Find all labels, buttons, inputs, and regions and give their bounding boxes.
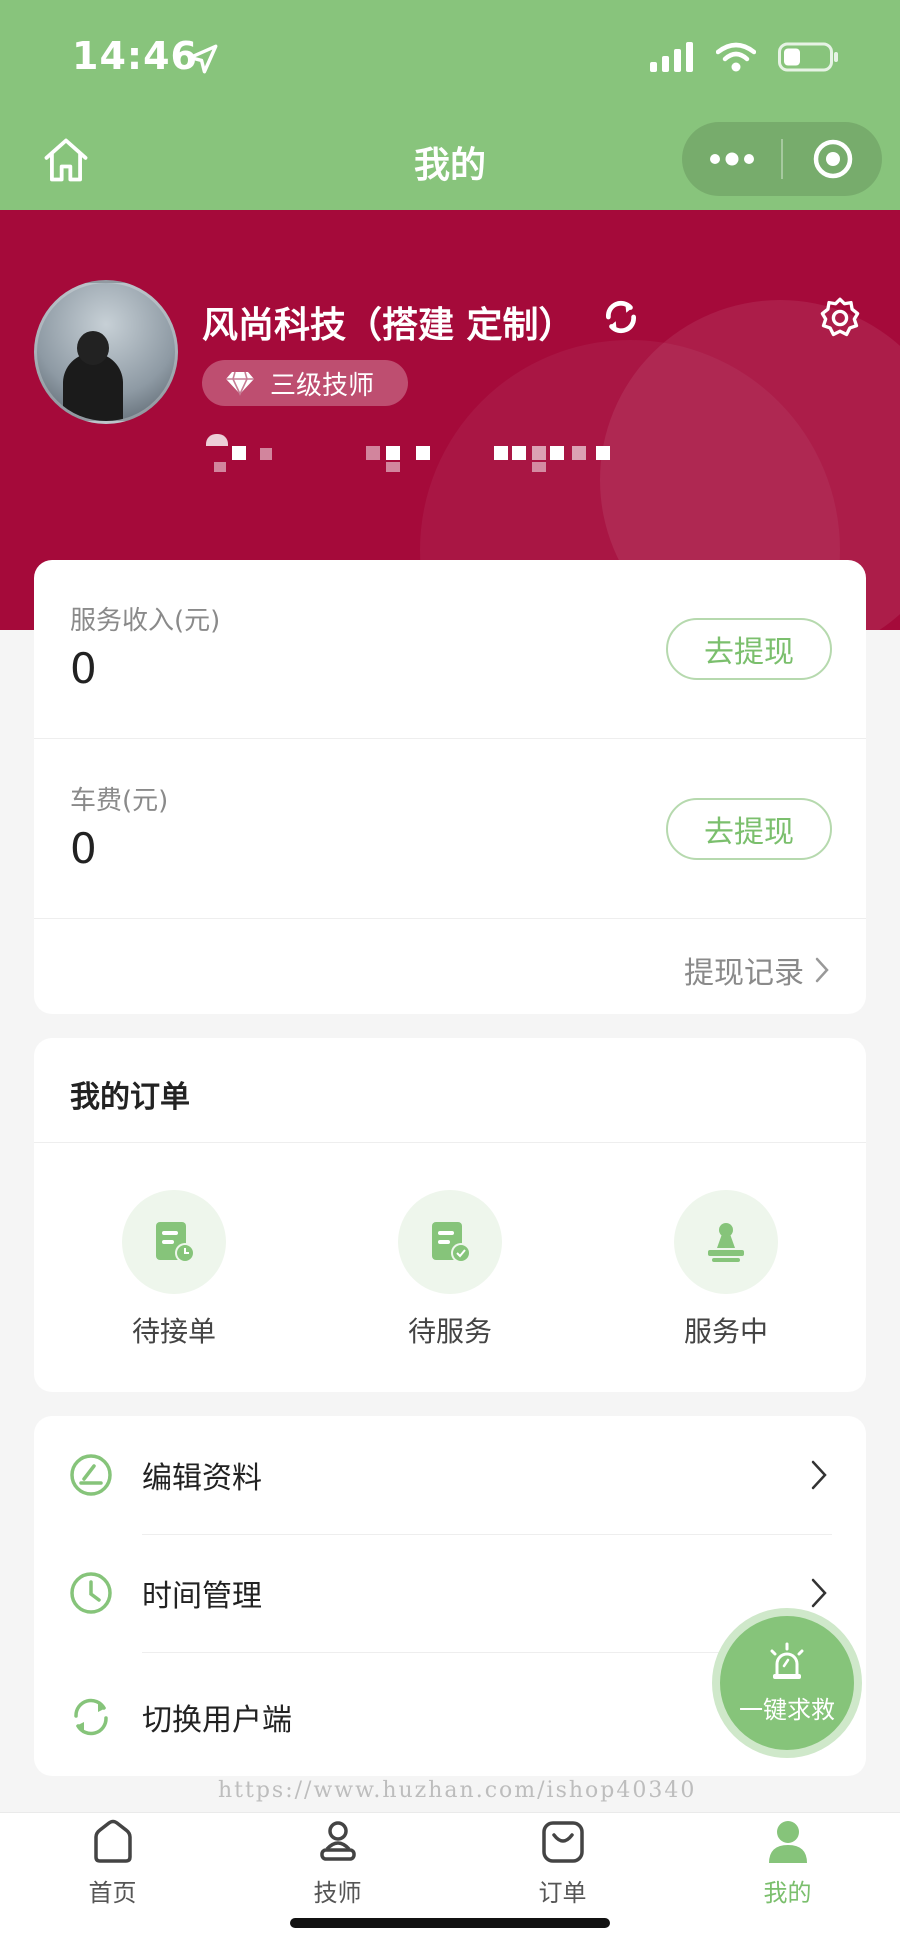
menu-edit-profile-label: 编辑资料	[142, 1461, 262, 1496]
order-pending-label: 待接单	[131, 1315, 216, 1348]
service-income-value: 0	[70, 644, 97, 693]
order-pending[interactable]: 待接单	[104, 1190, 244, 1350]
level-badge: 三级技师	[202, 360, 408, 406]
battery-icon	[778, 42, 838, 72]
refresh-icon[interactable]	[600, 296, 642, 338]
order-in-service[interactable]: 服务中	[656, 1190, 796, 1350]
pending-order-icon-bg	[122, 1190, 226, 1294]
orders-bag-icon	[541, 1821, 584, 1863]
order-in-service-label: 服务中	[683, 1315, 768, 1348]
top-bar: 14:46 我的	[0, 0, 900, 210]
more-dots-icon	[709, 152, 754, 166]
level-text: 三级技师	[270, 370, 375, 401]
switch-icon	[74, 1698, 108, 1736]
orders-title: 我的订单	[70, 1080, 190, 1115]
pending-order-icon	[156, 1222, 195, 1263]
user-icon	[768, 1821, 807, 1863]
chevron-right-icon	[811, 1460, 827, 1490]
diamond-icon	[226, 371, 254, 396]
tab-technician-label: 技师	[313, 1879, 362, 1907]
gear-icon[interactable]	[818, 296, 862, 340]
to-serve-icon-bg	[398, 1190, 502, 1294]
order-to-serve-label: 待服务	[407, 1315, 492, 1348]
tab-mine-label: 我的	[763, 1879, 812, 1907]
signal-icon	[650, 42, 693, 72]
wifi-icon	[716, 42, 756, 72]
divider	[34, 918, 866, 919]
status-indicators	[650, 42, 840, 72]
car-fee-label: 车费(元)	[70, 786, 169, 816]
mini-program-capsule	[682, 122, 882, 196]
clock-icon	[70, 1572, 112, 1614]
in-service-icon	[708, 1223, 744, 1262]
watermark: https://www.huzhan.com/ishop40340	[218, 1778, 697, 1803]
service-income-label: 服务收入(元)	[70, 606, 221, 636]
tab-orders-label: 订单	[538, 1879, 587, 1907]
home-indicator	[290, 1918, 610, 1928]
target-close-icon	[813, 139, 852, 179]
tab-technician[interactable]: 技师	[225, 1813, 450, 1923]
menu-edit-profile[interactable]: 编辑资料	[34, 1416, 866, 1534]
chevron-right-icon	[815, 957, 829, 983]
divider	[34, 738, 866, 739]
income-card: 服务收入(元) 0 去提现 车费(元) 0 去提现 提现记录	[34, 560, 866, 1014]
tab-mine[interactable]: 我的	[675, 1813, 900, 1923]
orders-card: 我的订单 待接单 待服务 服务中	[34, 1038, 866, 1392]
user-name: 风尚科技（搭建 定制）	[202, 305, 575, 346]
to-serve-icon	[432, 1222, 471, 1263]
avatar[interactable]	[34, 280, 178, 424]
withdraw-record-link[interactable]: 提现记录	[684, 948, 830, 992]
divider	[34, 1142, 866, 1143]
chevron-right-icon	[811, 1578, 827, 1608]
edit-icon	[70, 1454, 112, 1496]
alarm-icon	[770, 1642, 804, 1679]
more-button[interactable]	[682, 122, 781, 196]
menu-switch-user-label: 切换用户端	[142, 1703, 292, 1738]
status-time: 14:46	[72, 34, 198, 78]
sos-label: 一键求救	[739, 1695, 835, 1724]
sos-button[interactable]: 一键求救	[712, 1608, 862, 1758]
withdraw-service-button[interactable]: 去提现	[666, 618, 832, 680]
tab-home-label: 首页	[88, 1879, 137, 1907]
technician-icon	[319, 1821, 356, 1861]
location-arrow-icon	[188, 44, 218, 74]
tab-home[interactable]: 首页	[0, 1813, 225, 1923]
menu-time-management-label: 时间管理	[142, 1579, 262, 1614]
avatar-head	[77, 331, 109, 365]
order-to-serve[interactable]: 待服务	[380, 1190, 520, 1350]
withdraw-car-fee-button[interactable]: 去提现	[666, 798, 832, 860]
masked-phone-number	[206, 432, 666, 472]
car-fee-value: 0	[70, 824, 97, 873]
home-icon	[93, 1819, 132, 1863]
withdraw-record-label: 提现记录	[684, 956, 804, 991]
close-mini-program-button[interactable]	[783, 122, 882, 196]
in-service-icon-bg	[674, 1190, 778, 1294]
tab-orders[interactable]: 订单	[450, 1813, 675, 1923]
